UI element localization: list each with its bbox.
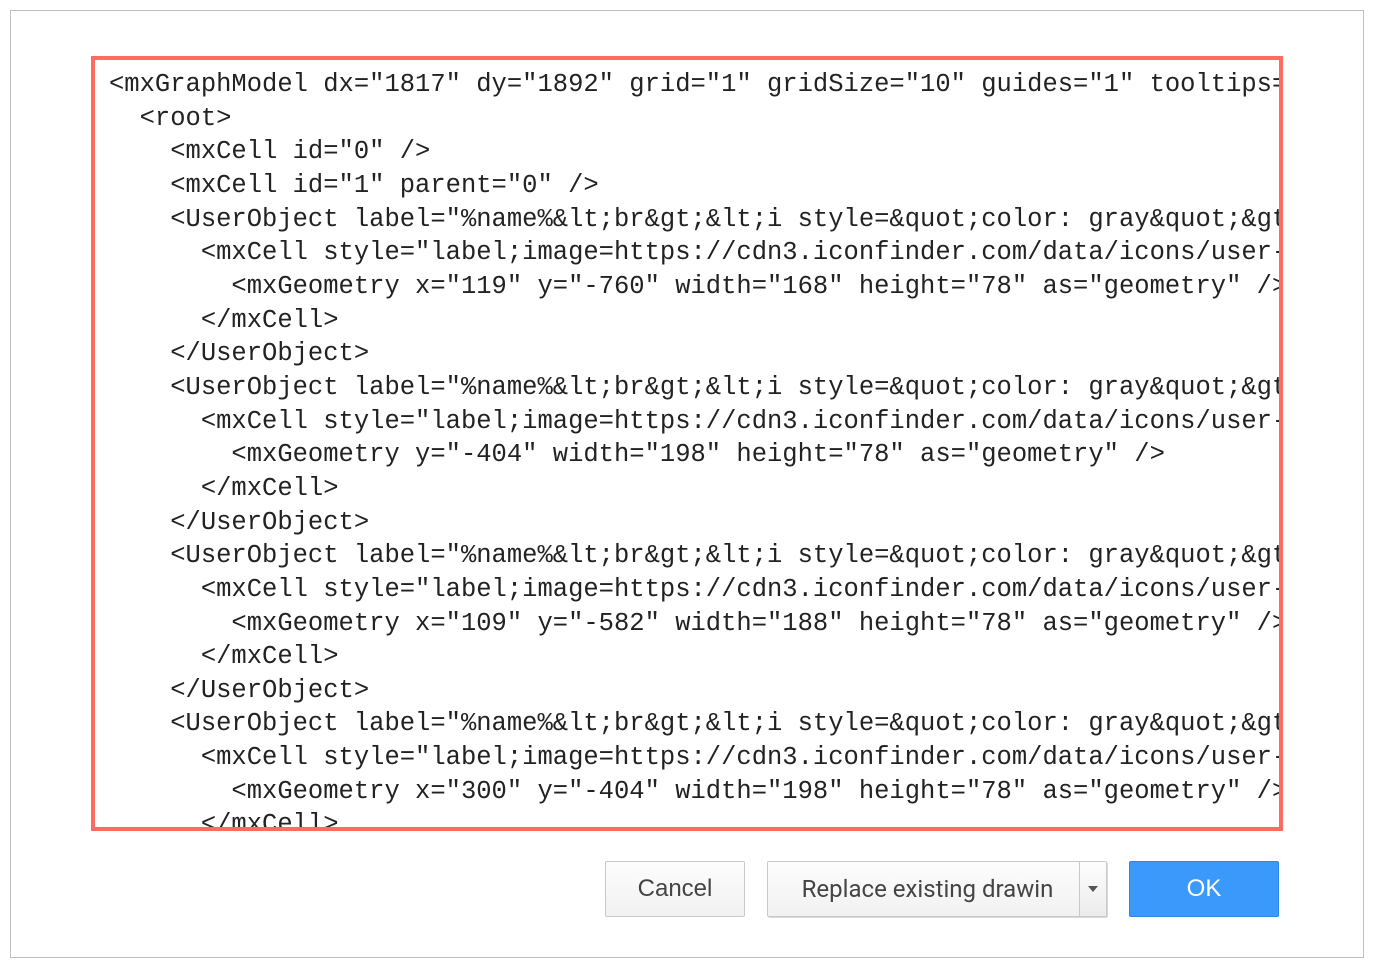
- cancel-button-label: Cancel: [638, 875, 713, 903]
- chevron-down-icon: [1088, 886, 1098, 892]
- cancel-button[interactable]: Cancel: [605, 861, 745, 917]
- dialog-button-row: Cancel Replace existing drawin OK: [91, 831, 1283, 917]
- replace-existing-drawing-dropdown[interactable]: Replace existing drawin: [767, 861, 1107, 917]
- ok-button-label: OK: [1187, 875, 1222, 903]
- replace-dropdown-caret[interactable]: [1079, 862, 1106, 916]
- ok-button[interactable]: OK: [1129, 861, 1279, 917]
- xml-input[interactable]: [95, 60, 1279, 827]
- edit-xml-dialog: Cancel Replace existing drawin OK: [10, 10, 1364, 958]
- xml-input-frame: [91, 56, 1283, 831]
- replace-existing-drawing-label: Replace existing drawin: [768, 862, 1079, 916]
